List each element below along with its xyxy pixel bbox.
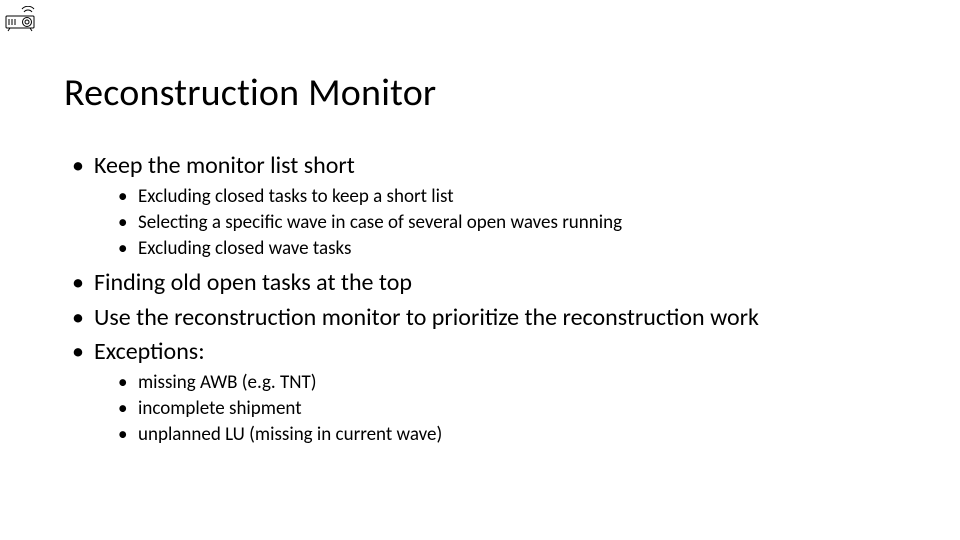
slide-body: Keep the monitor list short Excluding cl… [72, 150, 920, 453]
list-item: incomplete shipment [118, 396, 920, 422]
list-item-text: Use the reconstruction monitor to priori… [94, 303, 759, 332]
list-item-text: Excluding closed tasks to keep a short l… [138, 185, 454, 208]
list-item: Use the reconstruction monitor to priori… [72, 302, 920, 334]
list-item-text: Finding old open tasks at the top [94, 268, 412, 297]
list-item-text: missing AWB (e.g. TNT) [138, 371, 317, 394]
list-item: Excluding closed tasks to keep a short l… [118, 184, 920, 210]
slide-title: Reconstruction Monitor [64, 70, 436, 116]
list-item: missing AWB (e.g. TNT) [118, 370, 920, 396]
list-item-text: incomplete shipment [138, 397, 302, 420]
sub-bullet-list: Excluding closed tasks to keep a short l… [94, 184, 920, 261]
sub-bullet-list: missing AWB (e.g. TNT) incomplete shipme… [94, 370, 920, 447]
bullet-list: Keep the monitor list short Excluding cl… [72, 150, 920, 447]
list-item: Keep the monitor list short Excluding cl… [72, 150, 920, 261]
list-item-text: Keep the monitor list short [94, 151, 355, 180]
slide: Reconstruction Monitor Keep the monitor … [0, 0, 960, 540]
list-item-text: unplanned LU (missing in current wave) [138, 423, 442, 446]
list-item: unplanned LU (missing in current wave) [118, 422, 920, 448]
list-item-text: Selecting a specific wave in case of sev… [138, 211, 622, 234]
list-item: Selecting a specific wave in case of sev… [118, 210, 920, 236]
list-item-text: Exceptions: [94, 337, 205, 366]
list-item-text: Excluding closed wave tasks [138, 237, 351, 260]
list-item: Excluding closed wave tasks [118, 236, 920, 262]
projector-icon [4, 6, 38, 37]
list-item: Exceptions: missing AWB (e.g. TNT) incom… [72, 336, 920, 447]
list-item: Finding old open tasks at the top [72, 267, 920, 299]
